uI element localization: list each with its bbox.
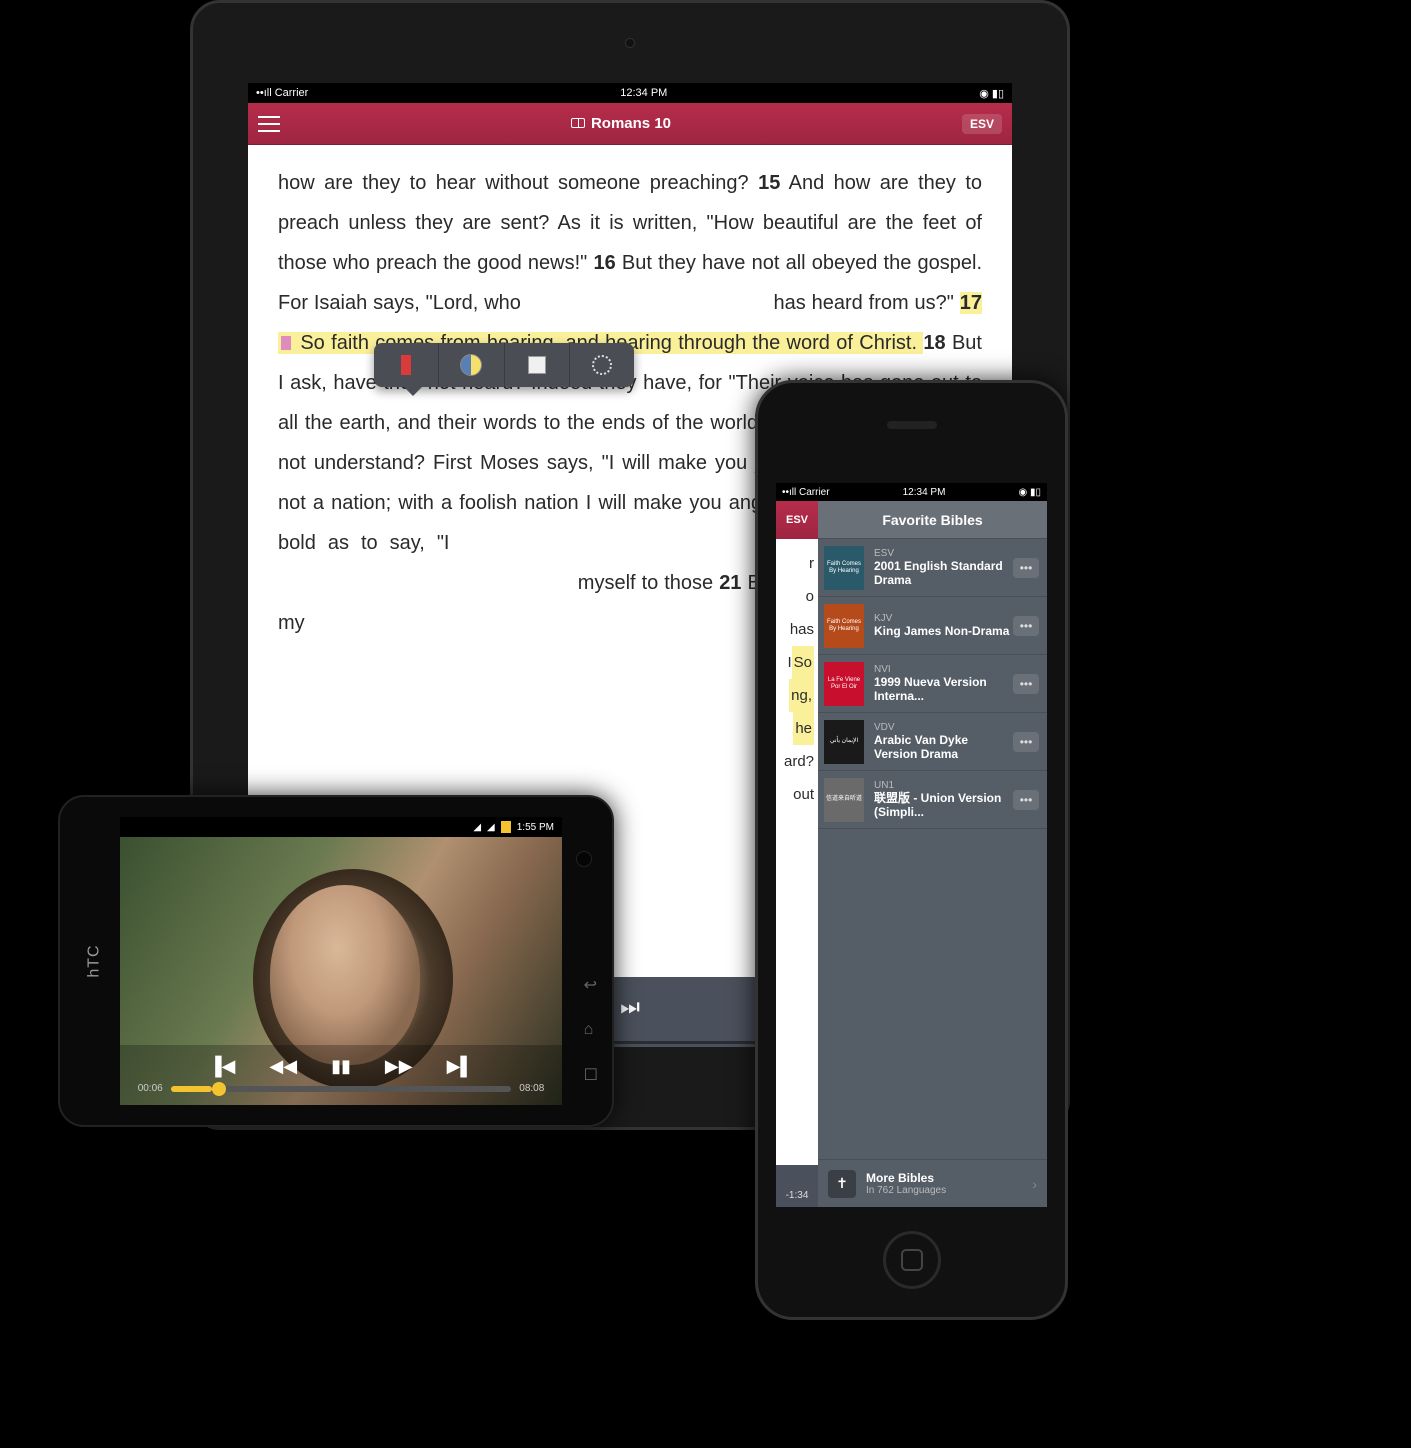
- text-fragment: how are they to hear without someone pre…: [278, 172, 758, 194]
- bible-more-button[interactable]: •••: [1013, 558, 1039, 578]
- bible-item[interactable]: Faith Comes By Hearing ESV2001 English St…: [818, 539, 1047, 597]
- bible-code: ESV: [874, 548, 1013, 559]
- bible-title: 1999 Nueva Version Interna...: [874, 675, 1013, 704]
- bookmark-icon: [401, 355, 411, 375]
- elapsed-time: 00:06: [138, 1083, 163, 1094]
- bible-code: KJV: [874, 613, 1013, 624]
- bible-more-button[interactable]: •••: [1013, 790, 1039, 810]
- more-bibles-button[interactable]: ✝ More Bibles In 762 Languages ›: [818, 1159, 1047, 1207]
- recent-button[interactable]: ☐: [584, 1065, 598, 1085]
- favorite-bibles-header: Favorite Bibles: [818, 501, 1047, 539]
- bible-cover: Faith Comes By Hearing: [824, 546, 864, 590]
- favorite-bibles-panel: Favorite Bibles Faith Comes By Hearing ES…: [818, 483, 1047, 1207]
- iphone-device: ••ıll Carrier 12:34 PM ◉ ▮▯ ESV rohasSon…: [755, 380, 1068, 1320]
- verse-number[interactable]: 18: [923, 332, 945, 354]
- rewind-button[interactable]: ◀◀: [269, 1056, 297, 1077]
- iphone-audio-time: -1:34: [776, 1165, 818, 1207]
- highlight-icon: [460, 354, 482, 376]
- bible-more-button[interactable]: •••: [1013, 732, 1039, 752]
- book-icon: [571, 118, 585, 128]
- version-tab[interactable]: ESV: [776, 501, 818, 539]
- bible-item[interactable]: La Fe Viene Por El Oir NVI1999 Nueva Vers…: [818, 655, 1047, 713]
- htc-camera: [576, 851, 592, 867]
- wifi-icon: ◢: [473, 822, 481, 833]
- highlight-button[interactable]: [439, 343, 504, 387]
- share-button[interactable]: [570, 343, 634, 387]
- bible-title: 联盟版 - Union Version (Simpli...: [874, 791, 1013, 820]
- more-bibles-title: More Bibles: [866, 1171, 1032, 1185]
- video-content: [270, 885, 420, 1065]
- bible-code: UN1: [874, 780, 1013, 791]
- htc-device: hTC ↩ ⌂ ☐ ◢ ◢ 1:55 PM ▐◀ ◀◀ ▮▮ ▶▶ ▶▌: [58, 795, 614, 1127]
- bible-item[interactable]: الإيمان يأتي VDVArabic Van Dyke Version D…: [818, 713, 1047, 771]
- reader-sliver[interactable]: ESV rohasSong,heIard?out -1:34: [776, 483, 818, 1207]
- menu-button[interactable]: [258, 116, 280, 132]
- progress-thumb[interactable]: [212, 1082, 226, 1096]
- bible-cover: La Fe Viene Por El Oir: [824, 662, 864, 706]
- ipad-camera: [625, 38, 635, 48]
- ipad-statusbar: ••ıll Carrier 12:34 PM ◉ ▮▯: [248, 83, 1012, 103]
- htc-logo: hTC: [86, 944, 104, 977]
- bible-cover: الإيمان يأتي: [824, 720, 864, 764]
- chevron-right-icon: ›: [1032, 1176, 1037, 1192]
- progress-bar[interactable]: [171, 1086, 512, 1092]
- pause-button[interactable]: ▮▮: [331, 1056, 351, 1077]
- bookmark-marker-icon: [281, 336, 291, 350]
- bible-title: Arabic Van Dyke Version Drama: [874, 733, 1013, 762]
- bible-title: King James Non-Drama: [874, 624, 1013, 638]
- prev-button[interactable]: ▐◀: [209, 1056, 236, 1077]
- bible-item[interactable]: Faith Comes By Hearing KJVKing James Non-…: [818, 597, 1047, 655]
- video-controls: ▐◀ ◀◀ ▮▮ ▶▶ ▶▌ 00:06 08:08: [120, 1045, 562, 1105]
- ipad-clock: 12:34 PM: [620, 87, 667, 99]
- bookmark-button[interactable]: [374, 343, 439, 387]
- total-time: 08:08: [519, 1083, 544, 1094]
- note-button[interactable]: [505, 343, 570, 387]
- iphone-clock: 12:34 PM: [903, 487, 946, 498]
- verse-number[interactable]: 21: [719, 572, 741, 594]
- share-icon: [592, 355, 612, 375]
- bibles-list[interactable]: Faith Comes By Hearing ESV2001 English St…: [818, 539, 1047, 1159]
- more-bibles-subtitle: In 762 Languages: [866, 1185, 1032, 1196]
- android-statusbar: ◢ ◢ 1:55 PM: [120, 817, 562, 837]
- back-button[interactable]: ↩: [584, 975, 598, 995]
- home-button[interactable]: ⌂: [584, 1021, 598, 1039]
- bible-code: VDV: [874, 722, 1013, 733]
- progress-fill: [171, 1086, 212, 1092]
- iphone-screen: ••ıll Carrier 12:34 PM ◉ ▮▯ ESV rohasSon…: [776, 483, 1047, 1207]
- bible-more-button[interactable]: •••: [1013, 674, 1039, 694]
- home-button[interactable]: [883, 1231, 941, 1289]
- bible-title: 2001 English Standard Drama: [874, 559, 1013, 588]
- android-clock: 1:55 PM: [517, 822, 554, 833]
- verse-number[interactable]: 15: [758, 172, 780, 194]
- note-icon: [528, 356, 546, 374]
- video-player[interactable]: ▐◀ ◀◀ ▮▮ ▶▶ ▶▌ 00:06 08:08: [120, 837, 562, 1105]
- iphone-status-icons: ◉ ▮▯: [1018, 487, 1041, 498]
- ipad-status-icons: ◉ ▮▯: [979, 87, 1004, 100]
- iphone-carrier: ••ıll Carrier: [782, 487, 830, 498]
- bible-code: NVI: [874, 664, 1013, 675]
- next-button[interactable]: ▶▌: [447, 1056, 474, 1077]
- battery-icon: [501, 821, 511, 833]
- signal-icon: ◢: [487, 822, 495, 833]
- ipad-appbar: Romans 10 ESV: [248, 103, 1012, 145]
- version-button[interactable]: ESV: [962, 114, 1002, 134]
- bible-more-button[interactable]: •••: [1013, 616, 1039, 636]
- forward-button[interactable]: ▶▶: [385, 1056, 413, 1077]
- verse-number[interactable]: 16: [593, 252, 615, 274]
- bible-cover: 信道来自听道: [824, 778, 864, 822]
- video-progress[interactable]: 00:06 08:08: [138, 1083, 545, 1094]
- chapter-title[interactable]: Romans 10: [571, 115, 671, 132]
- skip-forward-button[interactable]: ⏭: [620, 985, 640, 1029]
- ipad-carrier: ••ıll Carrier: [256, 87, 308, 99]
- htc-nav-buttons: ↩ ⌂ ☐: [584, 975, 598, 1085]
- bible-icon: ✝: [828, 1170, 856, 1198]
- reader-text-sliver: rohasSong,heIard?out: [776, 539, 818, 1207]
- iphone-speaker: [887, 421, 937, 429]
- bible-cover: Faith Comes By Hearing: [824, 604, 864, 648]
- selection-toolbar: [374, 343, 634, 387]
- bible-item[interactable]: 信道来自听道 UN1联盟版 - Union Version (Simpli...•…: [818, 771, 1047, 829]
- htc-screen: ◢ ◢ 1:55 PM ▐◀ ◀◀ ▮▮ ▶▶ ▶▌ 00:06: [120, 817, 562, 1105]
